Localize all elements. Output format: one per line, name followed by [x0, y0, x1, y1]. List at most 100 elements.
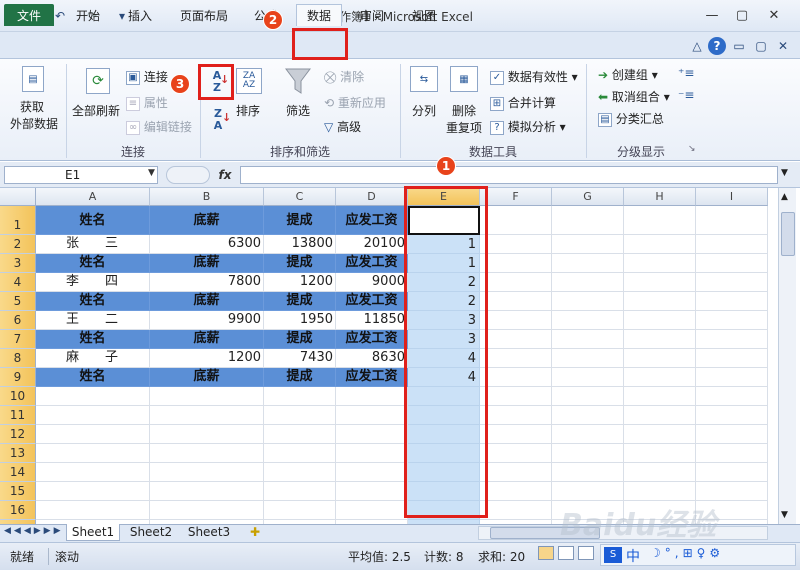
cell-i9[interactable]	[696, 368, 768, 387]
cell-h6[interactable]	[624, 311, 696, 330]
cell-c16[interactable]	[264, 501, 336, 520]
cell-a9[interactable]: 姓名	[36, 368, 150, 387]
cell-g10[interactable]	[552, 387, 624, 406]
column-header-a[interactable]: A	[36, 188, 150, 206]
dialog-launcher-icon[interactable]: ↘	[688, 144, 696, 154]
cell-f14[interactable]	[480, 463, 552, 482]
row-header-9[interactable]: 9	[0, 368, 36, 387]
ribbon-collapse-icon[interactable]: △	[688, 37, 706, 55]
cell-d5[interactable]: 应发工资	[336, 292, 408, 311]
cell-b2[interactable]: 6300	[150, 235, 264, 254]
cell-f5[interactable]	[480, 292, 552, 311]
cell-d9[interactable]: 应发工资	[336, 368, 408, 387]
cell-g4[interactable]	[552, 273, 624, 292]
tab-review[interactable]: 审阅	[352, 4, 392, 26]
cell-b13[interactable]	[150, 444, 264, 463]
hide-detail-icon[interactable]: ⁻≡	[678, 88, 694, 102]
row-header-12[interactable]: 12	[0, 425, 36, 444]
cell-i2[interactable]	[696, 235, 768, 254]
cell-i10[interactable]	[696, 387, 768, 406]
cell-h8[interactable]	[624, 349, 696, 368]
cell-d14[interactable]	[336, 463, 408, 482]
cell-f15[interactable]	[480, 482, 552, 501]
cell-i15[interactable]	[696, 482, 768, 501]
cell-c3[interactable]: 提成	[264, 254, 336, 273]
cell-f4[interactable]	[480, 273, 552, 292]
cell-g11[interactable]	[552, 406, 624, 425]
ime-tools-icon[interactable]: ☽°,⊞♀⚙	[650, 546, 724, 560]
row-header-2[interactable]: 2	[0, 235, 36, 254]
cell-c14[interactable]	[264, 463, 336, 482]
cell-f1[interactable]	[480, 206, 552, 235]
cell-h13[interactable]	[624, 444, 696, 463]
cell-d8[interactable]: 8630	[336, 349, 408, 368]
row-header-15[interactable]: 15	[0, 482, 36, 501]
cell-d1[interactable]: 应发工资	[336, 206, 408, 235]
cell-c13[interactable]	[264, 444, 336, 463]
tab-page-layout[interactable]: 页面布局	[172, 4, 236, 26]
cell-b1[interactable]: 底薪	[150, 206, 264, 235]
cell-c11[interactable]	[264, 406, 336, 425]
cell-b10[interactable]	[150, 387, 264, 406]
row-header-10[interactable]: 10	[0, 387, 36, 406]
row-header-7[interactable]: 7	[0, 330, 36, 349]
doc-restore-icon[interactable]: ▢	[752, 37, 770, 55]
cell-i11[interactable]	[696, 406, 768, 425]
cell-h7[interactable]	[624, 330, 696, 349]
sort-descending-button[interactable]: Z A ↓	[208, 108, 231, 132]
cell-g7[interactable]	[552, 330, 624, 349]
show-detail-icon[interactable]: ⁺≡	[678, 66, 694, 80]
select-all-corner[interactable]	[0, 188, 36, 206]
cell-b15[interactable]	[150, 482, 264, 501]
row-header-11[interactable]: 11	[0, 406, 36, 425]
cell-c15[interactable]	[264, 482, 336, 501]
cell-f16[interactable]	[480, 501, 552, 520]
cell-c4[interactable]: 1200	[264, 273, 336, 292]
refresh-all-button[interactable]: 全部刷新	[72, 102, 120, 119]
cell-d16[interactable]	[336, 501, 408, 520]
cell-c6[interactable]: 1950	[264, 311, 336, 330]
cell-i5[interactable]	[696, 292, 768, 311]
cell-f13[interactable]	[480, 444, 552, 463]
cell-c5[interactable]: 提成	[264, 292, 336, 311]
cell-f3[interactable]	[480, 254, 552, 273]
cell-c10[interactable]	[264, 387, 336, 406]
consolidate-button[interactable]: ⊞ 合并计算	[490, 94, 556, 111]
cell-d3[interactable]: 应发工资	[336, 254, 408, 273]
ungroup-button[interactable]: ⬅ 取消组合 ▾	[598, 88, 670, 105]
sort-button[interactable]: 排序	[236, 102, 260, 119]
page-layout-view-icon[interactable]	[558, 546, 574, 560]
clear-button[interactable]: ⛒ 清除	[324, 68, 364, 85]
cell-a1[interactable]: 姓名	[36, 206, 150, 235]
cell-d10[interactable]	[336, 387, 408, 406]
cell-a7[interactable]: 姓名	[36, 330, 150, 349]
cell-h14[interactable]	[624, 463, 696, 482]
cell-f2[interactable]	[480, 235, 552, 254]
cell-b8[interactable]: 1200	[150, 349, 264, 368]
cell-h12[interactable]	[624, 425, 696, 444]
sheet-tab-sheet3[interactable]: Sheet3	[182, 524, 236, 541]
cell-c9[interactable]: 提成	[264, 368, 336, 387]
page-break-view-icon[interactable]	[578, 546, 594, 560]
sheet-nav-arrows-icon[interactable]: ◀◀◀▶▶▶	[4, 526, 64, 536]
cell-a6[interactable]: 王 二	[36, 311, 150, 330]
cell-i14[interactable]	[696, 463, 768, 482]
cell-b7[interactable]: 底薪	[150, 330, 264, 349]
cell-g9[interactable]	[552, 368, 624, 387]
cell-i4[interactable]	[696, 273, 768, 292]
cell-b9[interactable]: 底薪	[150, 368, 264, 387]
cell-b3[interactable]: 底薪	[150, 254, 264, 273]
column-header-b[interactable]: B	[150, 188, 264, 206]
column-header-i[interactable]: I	[696, 188, 768, 206]
get-external-data-button[interactable]: 获取 外部数据	[10, 98, 58, 132]
cell-a5[interactable]: 姓名	[36, 292, 150, 311]
cell-g5[interactable]	[552, 292, 624, 311]
cell-b12[interactable]	[150, 425, 264, 444]
cell-c7[interactable]: 提成	[264, 330, 336, 349]
row-header-3[interactable]: 3	[0, 254, 36, 273]
cell-d15[interactable]	[336, 482, 408, 501]
cell-a12[interactable]	[36, 425, 150, 444]
cell-g14[interactable]	[552, 463, 624, 482]
close-icon[interactable]: ✕	[762, 6, 786, 24]
cell-d6[interactable]: 11850	[336, 311, 408, 330]
